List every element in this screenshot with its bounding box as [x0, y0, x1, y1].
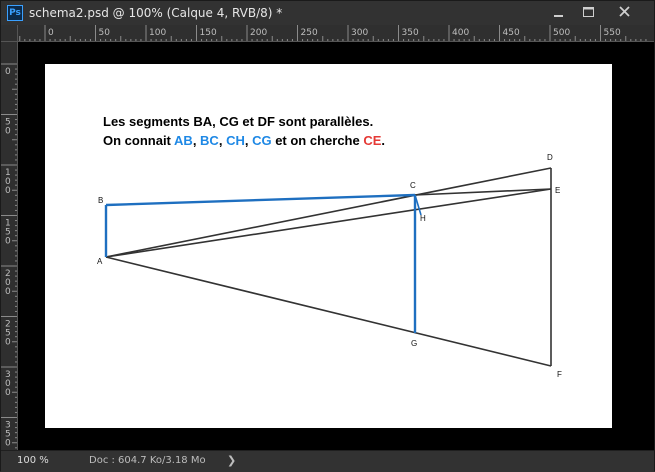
caption-line-2: On connait AB, BC, CH, CG et on cherche …: [103, 131, 385, 150]
ruler-corner[interactable]: [1, 25, 18, 42]
caption-middle: et on cherche: [271, 133, 364, 148]
segment-AF: [105, 256, 552, 367]
ruler-label: 300: [351, 28, 368, 38]
separator-2: ,: [218, 133, 227, 148]
status-bar: 100 % Doc : 604.7 Ko/3.18 Mo ❯: [1, 450, 654, 472]
problem-statement: Les segments BA, CG et DF sont parallèle…: [103, 112, 385, 150]
known-segment-CH: CH: [226, 133, 245, 148]
point-label-B: B: [98, 196, 103, 205]
document-title: schema2.psd @ 100% (Calque 4, RVB/8) *: [29, 6, 283, 20]
ruler-label: 0: [5, 127, 11, 137]
ruler-label: 100: [149, 28, 166, 38]
maximize-icon: [583, 7, 594, 17]
ruler-label: 0: [5, 388, 11, 398]
separator-3: ,: [244, 133, 253, 148]
ruler-label: 500: [553, 28, 570, 38]
segment-BC: [105, 193, 416, 207]
document-size-info[interactable]: Doc : 604.7 Ko/3.18 Mo: [89, 454, 206, 468]
caption-line-1: Les segments BA, CG et DF sont parallèle…: [103, 114, 374, 129]
minimize-button[interactable]: [547, 4, 571, 21]
point-label-F: F: [557, 370, 562, 379]
document-canvas[interactable]: A B C D E F G H Les segments BA, CG et D…: [45, 64, 612, 428]
ruler-label: 0: [5, 186, 11, 196]
vertical-ruler[interactable]: 050100150200250300350: [1, 42, 18, 450]
document-window: Ps schema2.psd @ 100% (Calque 4, RVB/8) …: [0, 0, 655, 472]
photoshop-icon: Ps: [7, 5, 23, 21]
point-label-D: D: [547, 153, 553, 162]
title-bar[interactable]: Ps schema2.psd @ 100% (Calque 4, RVB/8) …: [1, 1, 654, 25]
close-button[interactable]: [613, 4, 637, 21]
ruler-label: 0: [5, 439, 11, 449]
minimize-icon: [554, 15, 563, 17]
ruler-label: 0: [5, 287, 11, 297]
ruler-label: 250: [301, 28, 318, 38]
ruler-label: 0: [5, 338, 11, 348]
known-segment-CG: CG: [252, 133, 272, 148]
zoom-level-field[interactable]: 100 %: [7, 454, 51, 468]
segment-AD: [105, 167, 552, 258]
point-label-A: A: [97, 257, 103, 266]
known-segment-BC: BC: [200, 133, 219, 148]
ruler-label: 150: [200, 28, 217, 38]
point-label-G: G: [411, 339, 417, 348]
caption-suffix: .: [381, 133, 386, 148]
point-label-E: E: [555, 186, 560, 195]
known-segment-AB: AB: [174, 133, 193, 148]
separator-1: ,: [192, 133, 201, 148]
close-icon: [619, 6, 630, 17]
segment-AE: [105, 188, 552, 258]
unknown-segment-CE: CE: [363, 133, 382, 148]
ruler-label: 550: [604, 28, 621, 38]
ruler-label: 450: [503, 28, 520, 38]
status-menu-arrow-icon[interactable]: ❯: [227, 454, 236, 468]
point-label-H: H: [420, 214, 426, 223]
ruler-label: 0: [5, 67, 11, 77]
canvas-area[interactable]: A B C D E F G H Les segments BA, CG et D…: [18, 42, 654, 450]
maximize-button[interactable]: [577, 4, 601, 21]
horizontal-ruler[interactable]: 0 50 100 150 200 250 300 350 400 450 500 550: [18, 25, 654, 42]
ruler-label: 400: [452, 28, 469, 38]
ruler-label: 0: [48, 28, 54, 38]
ruler-label: 200: [250, 28, 267, 38]
ruler-label: 50: [99, 28, 111, 38]
caption-prefix: On connait: [103, 133, 175, 148]
ruler-label: 0: [5, 237, 11, 247]
ruler-label: 350: [402, 28, 419, 38]
point-label-C: C: [410, 181, 416, 190]
